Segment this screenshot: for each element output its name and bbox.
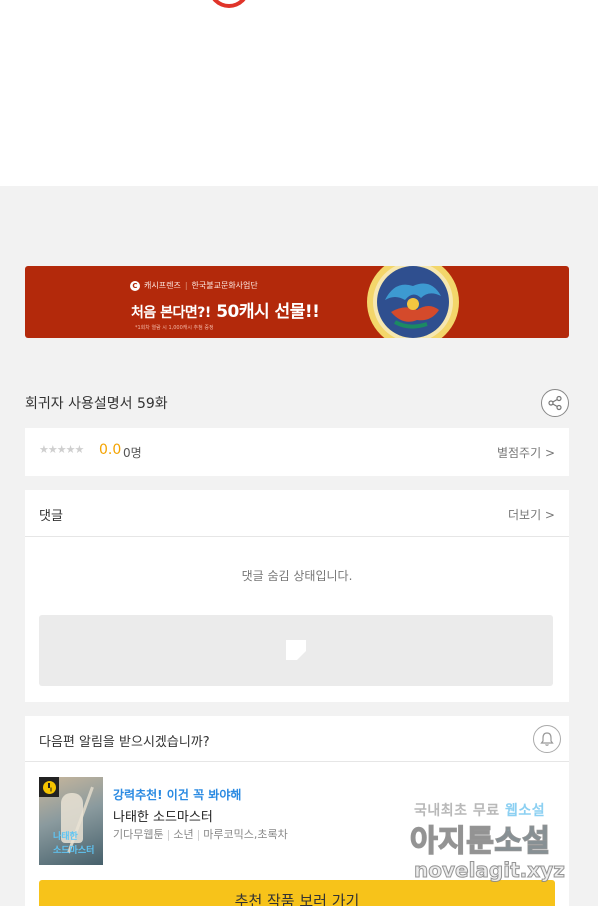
- site-logo: [208, 0, 408, 10]
- thumbnail-title-line1: 나태한: [53, 832, 78, 842]
- rating-count: 0명: [123, 446, 142, 460]
- recommendation-thumbnail[interactable]: 나태한 소드마스터: [39, 777, 103, 865]
- wait-free-clock-icon: [39, 777, 59, 797]
- star-rating-icon: ★★★★★: [39, 443, 84, 456]
- comment-header: 댓글 더보기 >: [25, 490, 569, 537]
- share-icon: [548, 395, 562, 411]
- promo-banner[interactable]: C 캐시프렌즈 | 한국불교문화사업단 처음 본다면?! 50캐시 선물!! *…: [25, 266, 569, 338]
- watermark-line3: novelagit.xyz: [414, 858, 566, 883]
- comment-hidden-message: 댓글 숨김 상태입니다.: [241, 569, 353, 583]
- rate-button[interactable]: 별점주기 >: [497, 444, 555, 461]
- banner-partner: 한국불교문화사업단: [191, 281, 258, 290]
- rating-score: 0.0: [99, 442, 122, 458]
- bell-icon: [540, 732, 554, 746]
- thumbnail-title-line2: 소드마스터: [53, 846, 95, 856]
- top-white-area: [0, 0, 598, 186]
- comment-label: 댓글: [39, 509, 63, 524]
- banner-headline: 처음 본다면?! 50캐시 선물!!: [131, 302, 320, 322]
- banner-brandline: C 캐시프렌즈 | 한국불교문화사업단: [130, 280, 258, 291]
- recommendation-tag: 강력추천! 이건 꼭 봐야해: [113, 788, 242, 802]
- recommendation-meta: 기다무웹툰 | 소년 | 마루코믹스,초록차: [113, 828, 288, 841]
- comment-more-button[interactable]: 더보기 >: [508, 506, 555, 523]
- rating-card: ★★★★★ 0.0 0명 별점주기 >: [25, 428, 569, 476]
- banner-fineprint: *1회차 열람 시 1,000캐시 추첨 증정: [135, 325, 214, 331]
- notify-bell-button[interactable]: [533, 725, 561, 753]
- episode-title: 회귀자 사용설명서 59화: [25, 396, 168, 412]
- share-button[interactable]: [541, 389, 569, 417]
- notify-header: 다음편 알림을 받으시겠습니까?: [25, 716, 569, 762]
- notify-question: 다음편 알림을 받으시겠습니까?: [39, 735, 210, 750]
- dragon-medal-illustration: [367, 266, 459, 338]
- site-watermark: 국내최초 무료 웹소설 아지툰소설 novelagit.xyz: [409, 800, 580, 890]
- banner-brand: 캐시프렌즈: [144, 281, 181, 290]
- episode-title-row: 회귀자 사용설명서 59화: [25, 388, 569, 417]
- watermark-line2: 아지툰소설: [409, 823, 551, 860]
- image-placeholder-icon: [286, 640, 306, 660]
- ad-placeholder: [39, 615, 553, 686]
- comment-card: 댓글 더보기 > 댓글 숨김 상태입니다.: [25, 490, 569, 702]
- cash-friends-icon: C: [130, 280, 140, 291]
- recommendation-title[interactable]: 나태한 소드마스터: [113, 806, 213, 825]
